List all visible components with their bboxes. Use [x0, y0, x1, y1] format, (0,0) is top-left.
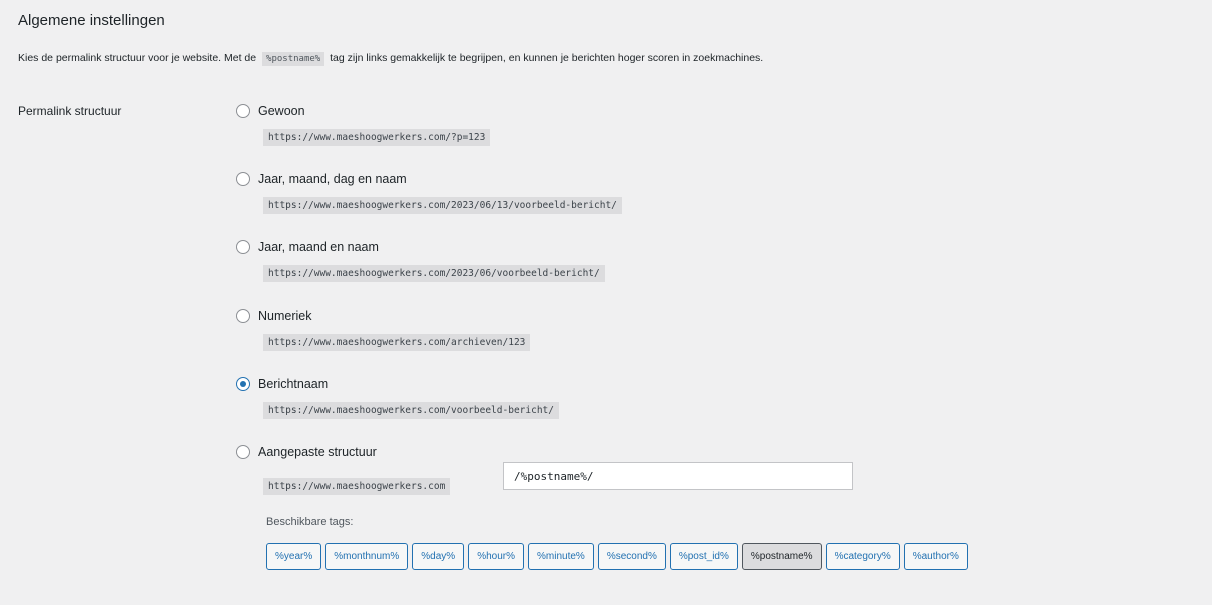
option-numeric: Numeriek https://www.maeshoogwerkers.com…	[236, 309, 531, 351]
radio-numeric[interactable]	[236, 309, 250, 323]
option-day-and-name: Jaar, maand, dag en naam https://www.mae…	[236, 172, 622, 214]
intro-text-after: tag zijn links gemakkelijk te begrijpen,…	[330, 52, 764, 64]
option-plain: Gewoon https://www.maeshoogwerkers.com/?…	[236, 104, 491, 146]
option-custom-structure: Aangepaste structuur https://www.maeshoo…	[236, 445, 853, 495]
tag-postname-button[interactable]: %postname%	[741, 543, 822, 570]
tag-second-button[interactable]: %second%	[597, 543, 666, 570]
option-post-name-url: https://www.maeshoogwerkers.com/voorbeel…	[263, 402, 559, 419]
option-custom-structure-line[interactable]: Aangepaste structuur	[236, 445, 377, 459]
tag-post-id-button[interactable]: %post_id%	[669, 543, 738, 570]
intro-text: Kies de permalink structuur voor je webs…	[18, 52, 764, 66]
custom-structure-input[interactable]	[503, 462, 853, 490]
option-post-name-line[interactable]: Berichtnaam	[236, 377, 328, 391]
option-plain-line[interactable]: Gewoon	[236, 104, 305, 118]
option-month-and-name-url: https://www.maeshoogwerkers.com/2023/06/…	[263, 265, 605, 282]
available-tags: %year% %monthnum% %day% %hour% %minute% …	[266, 543, 972, 570]
option-numeric-line[interactable]: Numeriek	[236, 309, 312, 323]
option-day-and-name-url: https://www.maeshoogwerkers.com/2023/06/…	[263, 197, 622, 214]
option-plain-url: https://www.maeshoogwerkers.com/?p=123	[263, 129, 491, 146]
option-day-and-name-label: Jaar, maand, dag en naam	[258, 172, 407, 186]
option-post-name-label: Berichtnaam	[258, 377, 329, 391]
radio-plain[interactable]	[236, 104, 250, 118]
radio-custom-structure[interactable]	[236, 445, 250, 459]
tag-author-button[interactable]: %author%	[903, 543, 968, 570]
option-day-and-name-line[interactable]: Jaar, maand, dag en naam	[236, 172, 407, 186]
tag-monthnum-button[interactable]: %monthnum%	[325, 543, 409, 570]
option-month-and-name-line[interactable]: Jaar, maand en naam	[236, 240, 379, 254]
tag-day-button[interactable]: %day%	[412, 543, 465, 570]
tag-minute-button[interactable]: %minute%	[528, 543, 594, 570]
intro-code-postname: %postname%	[262, 52, 325, 66]
option-month-and-name-label: Jaar, maand en naam	[258, 240, 379, 254]
option-custom-structure-label: Aangepaste structuur	[258, 445, 377, 459]
option-month-and-name: Jaar, maand en naam https://www.maeshoog…	[236, 240, 605, 282]
custom-structure-base-url: https://www.maeshoogwerkers.com	[263, 478, 451, 495]
available-tags-label: Beschikbare tags:	[266, 516, 354, 528]
radio-post-name[interactable]	[236, 377, 250, 391]
section-title: Algemene instellingen	[18, 12, 165, 29]
option-plain-label: Gewoon	[258, 104, 305, 118]
radio-day-and-name[interactable]	[236, 172, 250, 186]
permalink-settings-panel: Algemene instellingen Kies de permalink …	[8, 0, 1212, 605]
tag-year-button[interactable]: %year%	[266, 543, 322, 570]
option-post-name: Berichtnaam https://www.maeshoogwerkers.…	[236, 377, 559, 419]
tag-category-button[interactable]: %category%	[825, 543, 900, 570]
option-numeric-label: Numeriek	[258, 309, 312, 323]
option-numeric-url: https://www.maeshoogwerkers.com/archieve…	[263, 334, 531, 351]
permalink-structure-label: Permalink structuur	[18, 104, 122, 118]
intro-text-before: Kies de permalink structuur voor je webs…	[18, 52, 257, 64]
radio-month-and-name[interactable]	[236, 240, 250, 254]
tag-hour-button[interactable]: %hour%	[468, 543, 524, 570]
